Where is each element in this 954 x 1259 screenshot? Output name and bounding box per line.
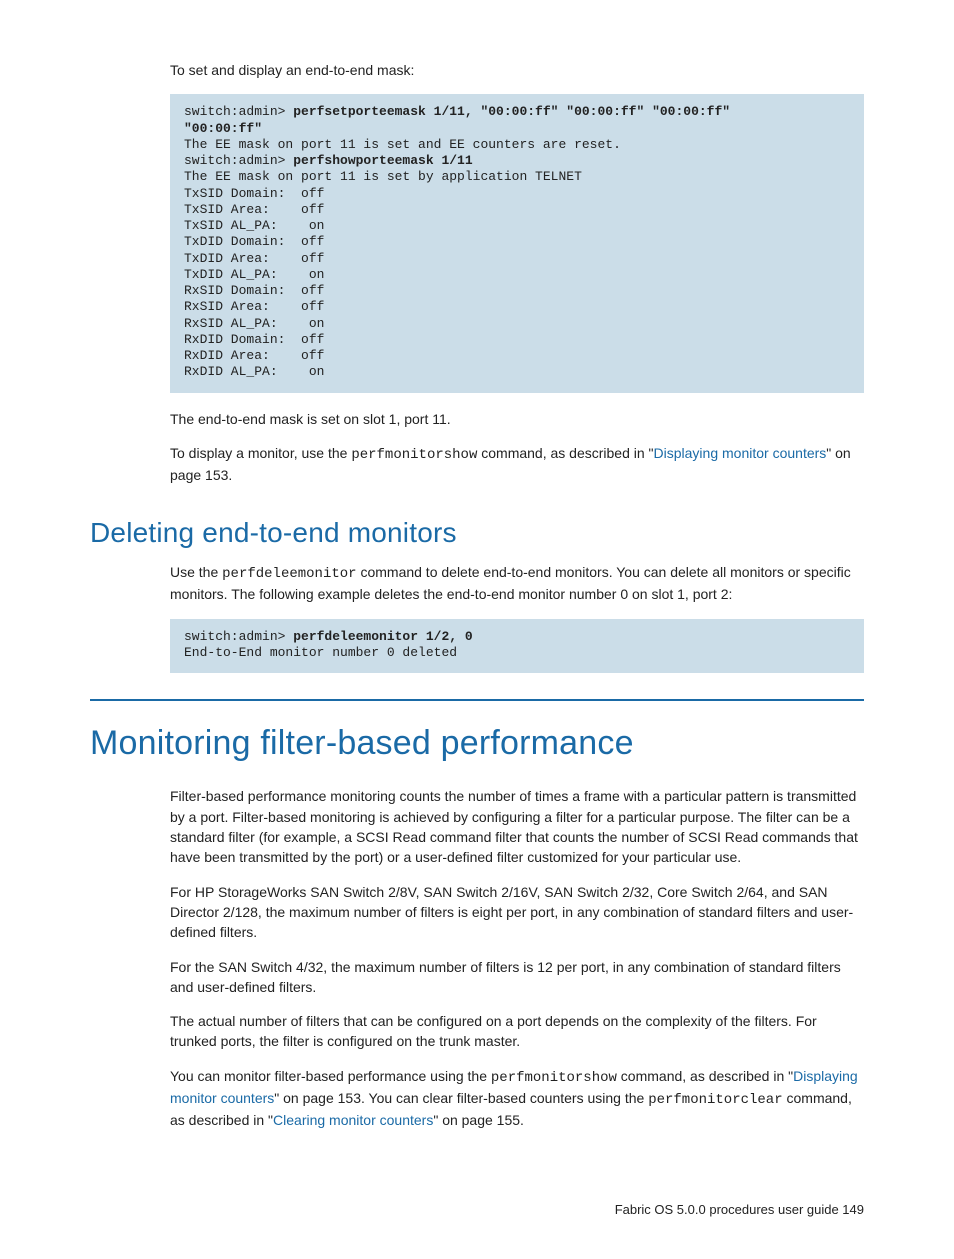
text-run: " on page 153. You can clear filter-base… <box>274 1090 648 1106</box>
body-text: Use the perfdeleemonitor command to dele… <box>170 562 864 605</box>
code-line: TxDID Area: off <box>184 251 324 266</box>
code-line: perfdeleemonitor 1/2, 0 <box>293 629 472 644</box>
code-line: RxDID Domain: off <box>184 332 324 347</box>
body-text: For HP StorageWorks SAN Switch 2/8V, SAN… <box>170 882 864 943</box>
text-run: command, as described in " <box>477 445 653 461</box>
intro-text: To set and display an end-to-end mask: <box>170 60 864 80</box>
code-line: TxSID Domain: off <box>184 186 324 201</box>
code-line: TxDID Domain: off <box>184 234 324 249</box>
code-block-eemask: switch:admin> perfsetporteemask 1/11, "0… <box>170 94 864 392</box>
body-text: The end-to-end mask is set on slot 1, po… <box>170 409 864 429</box>
section-divider <box>90 699 864 701</box>
code-line: RxSID Domain: off <box>184 283 324 298</box>
code-line: The EE mask on port 11 is set by applica… <box>184 169 582 184</box>
heading-deleting-ee-monitors: Deleting end-to-end monitors <box>90 513 864 554</box>
heading-monitoring-filter-based: Monitoring filter-based performance <box>90 719 864 768</box>
code-line: RxSID AL_PA: on <box>184 316 324 331</box>
code-line: perfsetporteemask 1/11, "00:00:ff" "00:0… <box>293 104 730 119</box>
code-line: perfshowporteemask 1/11 <box>293 153 472 168</box>
code-line: RxDID Area: off <box>184 348 324 363</box>
link-clearing-monitor-counters[interactable]: Clearing monitor counters <box>273 1112 433 1128</box>
text-run: To display a monitor, use the <box>170 445 351 461</box>
text-run: You can monitor filter-based performance… <box>170 1068 491 1084</box>
body-text: To display a monitor, use the perfmonito… <box>170 443 864 486</box>
code-line: End-to-End monitor number 0 deleted <box>184 645 457 660</box>
code-line: RxDID AL_PA: on <box>184 364 324 379</box>
code-inline: perfmonitorshow <box>351 447 477 463</box>
code-inline: perfdeleemonitor <box>222 566 356 582</box>
code-line: switch:admin> <box>184 629 293 644</box>
code-line: TxSID Area: off <box>184 202 324 217</box>
code-inline: perfmonitorshow <box>491 1070 617 1086</box>
code-inline: perfmonitorclear <box>648 1092 782 1108</box>
code-block-perfdel: switch:admin> perfdeleemonitor 1/2, 0 En… <box>170 619 864 674</box>
link-displaying-monitor-counters[interactable]: Displaying monitor counters <box>654 445 827 461</box>
page-footer: Fabric OS 5.0.0 procedures user guide 14… <box>90 1201 864 1220</box>
body-text: You can monitor filter-based performance… <box>170 1066 864 1131</box>
body-text: For the SAN Switch 4/32, the maximum num… <box>170 957 864 998</box>
code-line: TxDID AL_PA: on <box>184 267 324 282</box>
text-run: command, as described in " <box>617 1068 793 1084</box>
code-line: switch:admin> <box>184 153 293 168</box>
text-run: Use the <box>170 564 222 580</box>
text-run: " on page 155. <box>433 1112 524 1128</box>
code-line: RxSID Area: off <box>184 299 324 314</box>
body-text: Filter-based performance monitoring coun… <box>170 786 864 867</box>
code-line: The EE mask on port 11 is set and EE cou… <box>184 137 621 152</box>
code-line: "00:00:ff" <box>184 121 262 136</box>
code-line: switch:admin> <box>184 104 293 119</box>
body-text: The actual number of filters that can be… <box>170 1011 864 1052</box>
code-line: TxSID AL_PA: on <box>184 218 324 233</box>
